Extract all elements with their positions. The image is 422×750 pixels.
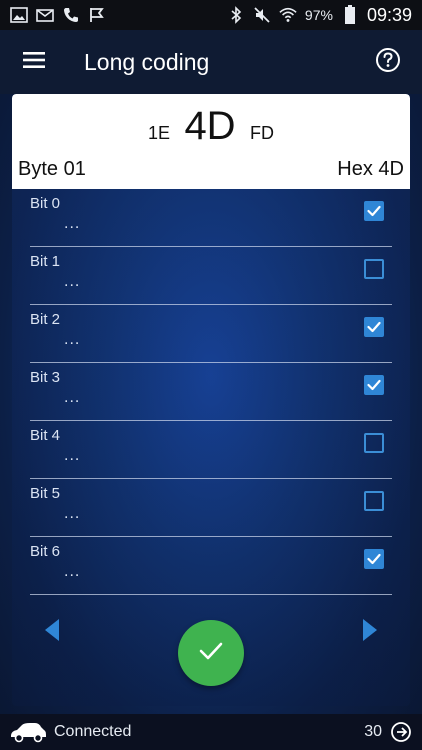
exit-button[interactable] <box>390 721 412 743</box>
bit-name: Bit 3 <box>30 369 61 386</box>
bluetooth-icon <box>227 6 245 24</box>
bit-checkbox[interactable] <box>364 433 384 453</box>
check-icon <box>198 641 224 666</box>
mail-icon <box>36 6 54 24</box>
bit-checkbox[interactable] <box>364 259 384 279</box>
page-title: Long coding <box>84 48 210 75</box>
connection-status: Connected <box>54 723 132 740</box>
confirm-button[interactable] <box>178 620 244 686</box>
bit-row[interactable]: Bit 4 ... <box>30 421 392 479</box>
bit-description: ... <box>64 447 81 464</box>
hex-label: Hex 4D <box>337 158 404 180</box>
prev-hex-value[interactable]: 1E <box>148 123 170 143</box>
byte-header: 1E 4D FD Byte 01 Hex 4D <box>12 94 410 189</box>
bit-checkbox[interactable] <box>364 317 384 337</box>
bit-row[interactable]: Bit 5 ... <box>30 479 392 537</box>
bit-row[interactable]: Bit 2 ... <box>30 305 392 363</box>
bit-name: Bit 5 <box>30 485 61 502</box>
phone-icon <box>62 6 80 24</box>
bit-description: ... <box>64 215 81 232</box>
bit-row[interactable]: Bit 3 ... <box>30 363 392 421</box>
bit-row[interactable]: Bit 1 ... <box>30 247 392 305</box>
bit-name: Bit 1 <box>30 253 61 270</box>
bit-list: Bit 0 ... Bit 1 ... Bit 2 ... Bit 3 ... … <box>12 189 410 595</box>
app-bar: Long coding <box>0 30 422 94</box>
bit-checkbox[interactable] <box>364 201 384 221</box>
byte-label: Byte 01 <box>18 158 86 180</box>
current-hex-value: 4D <box>184 104 236 148</box>
bit-row[interactable]: Bit 6 ... <box>30 537 392 595</box>
counter-value: 30 <box>364 723 382 740</box>
bit-name: Bit 4 <box>30 427 61 444</box>
wifi-icon <box>279 6 297 24</box>
long-coding-card: 1E 4D FD Byte 01 Hex 4D Bit 0 ... Bit 1 … <box>12 94 410 706</box>
bit-row[interactable]: Bit 0 ... <box>30 189 392 247</box>
arrow-left-icon <box>44 618 60 647</box>
menu-icon <box>22 51 46 74</box>
status-bar: 97% 09:39 <box>0 0 422 30</box>
bit-name: Bit 2 <box>30 311 61 328</box>
app-screen: 97% 09:39 Long coding 1E 4D FD Byte 01 H… <box>0 0 422 750</box>
bit-description: ... <box>64 273 81 290</box>
battery-percent: 97% <box>304 7 333 23</box>
bit-description: ... <box>64 389 81 406</box>
hex-selector: 1E 4D FD <box>12 104 410 149</box>
image-icon <box>10 6 28 24</box>
next-hex-value[interactable]: FD <box>250 123 274 143</box>
bit-name: Bit 0 <box>30 195 61 212</box>
next-byte-button[interactable] <box>358 618 382 647</box>
bit-description: ... <box>64 563 81 580</box>
previous-byte-button[interactable] <box>40 618 64 647</box>
arrow-right-icon <box>362 618 378 647</box>
bit-description: ... <box>64 505 81 522</box>
car-icon <box>8 718 48 746</box>
battery-icon <box>341 5 359 24</box>
mute-icon <box>253 6 271 24</box>
exit-icon <box>391 722 411 742</box>
help-button[interactable] <box>368 42 408 82</box>
flag-icon <box>88 6 106 24</box>
menu-button[interactable] <box>14 42 54 82</box>
help-icon <box>375 47 401 78</box>
bit-checkbox[interactable] <box>364 549 384 569</box>
connection-bar: Connected 30 <box>0 714 422 750</box>
bit-description: ... <box>64 331 81 348</box>
bit-checkbox[interactable] <box>364 375 384 395</box>
clock: 09:39 <box>366 4 412 25</box>
bit-checkbox[interactable] <box>364 491 384 511</box>
bit-name: Bit 6 <box>30 543 61 560</box>
